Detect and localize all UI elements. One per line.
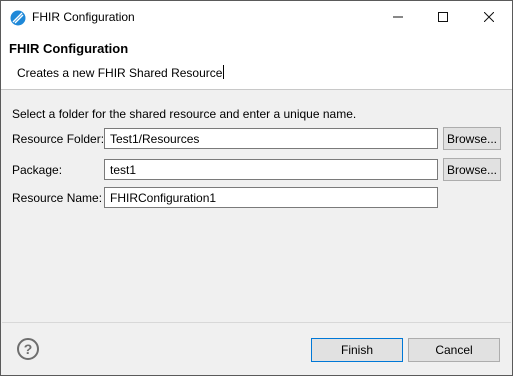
package-input[interactable] <box>104 159 438 180</box>
resource-folder-label: Resource Folder: <box>12 132 105 146</box>
window-title: FHIR Configuration <box>32 10 135 24</box>
minimize-icon[interactable] <box>375 1 421 33</box>
page-description-text: Creates a new FHIR Shared Resource <box>17 66 223 80</box>
wizard-header: FHIR Configuration Creates a new FHIR Sh… <box>1 34 512 90</box>
cancel-button[interactable]: Cancel <box>408 338 500 362</box>
text-caret <box>223 65 225 79</box>
page-title: FHIR Configuration <box>9 41 129 56</box>
page-description: Creates a new FHIR Shared Resource <box>17 65 225 80</box>
resource-folder-browse-button[interactable]: Browse... <box>443 127 501 150</box>
package-label: Package: <box>12 163 63 177</box>
instruction-text: Select a folder for the shared resource … <box>12 107 357 121</box>
maximize-icon[interactable] <box>420 1 466 33</box>
help-icon[interactable]: ? <box>17 338 39 360</box>
footer-divider <box>2 322 511 323</box>
title-bar[interactable]: FHIR Configuration <box>1 1 512 34</box>
app-logo-icon <box>10 10 26 26</box>
resource-folder-input[interactable] <box>104 128 438 149</box>
finish-button[interactable]: Finish <box>311 338 403 362</box>
package-browse-button[interactable]: Browse... <box>443 158 501 181</box>
dialog-window: FHIR Configuration FHIR Configuration Cr… <box>0 0 513 376</box>
resource-name-label: Resource Name: <box>12 191 103 205</box>
resource-name-input[interactable] <box>104 187 438 208</box>
close-icon[interactable] <box>466 1 512 33</box>
